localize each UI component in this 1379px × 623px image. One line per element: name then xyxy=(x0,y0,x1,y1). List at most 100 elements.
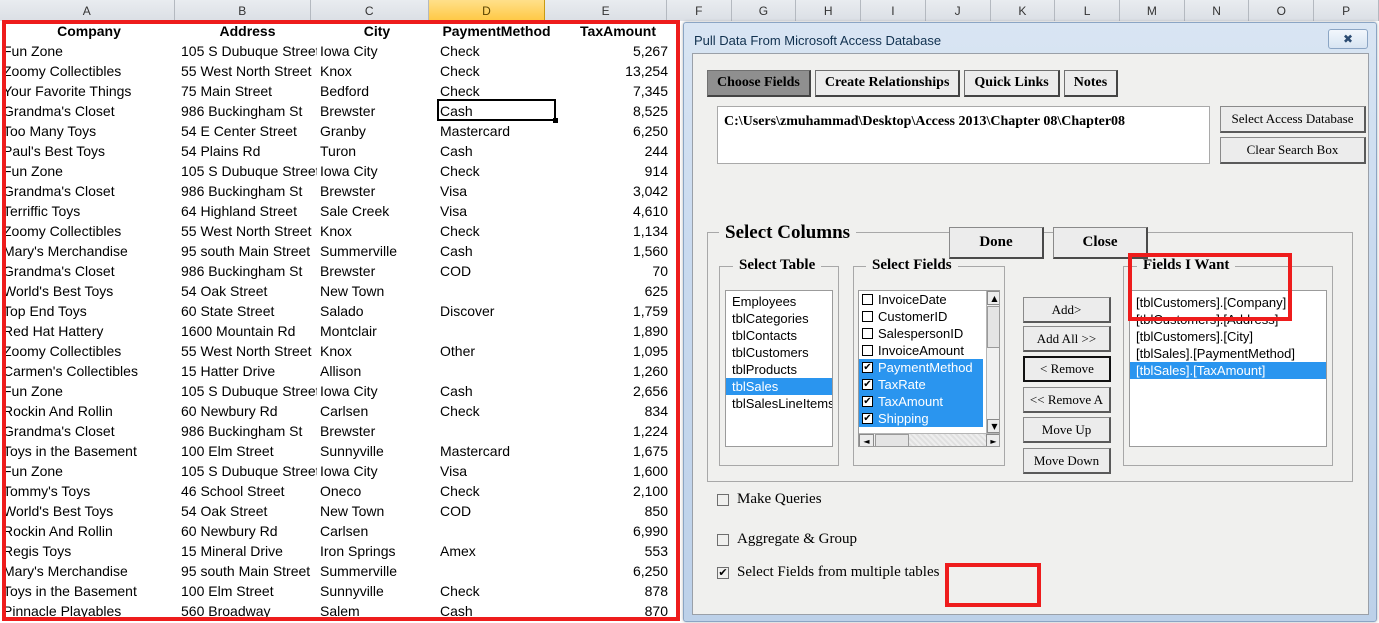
grid-cell[interactable]: 553 xyxy=(556,541,680,561)
button-move-down[interactable]: Move Down xyxy=(1023,448,1111,474)
grid-cell[interactable]: Iron Springs xyxy=(317,541,437,561)
table-row[interactable]: Rockin And Rollin 60 Newbury Rd Carlsen Che… xyxy=(0,401,682,421)
button-add[interactable]: Add> xyxy=(1023,297,1111,323)
scroll-thumb[interactable] xyxy=(987,306,999,348)
grid-cell[interactable]: Top End Toys xyxy=(0,301,178,321)
grid-cell[interactable]: 6,990 xyxy=(556,521,680,541)
field-checkbox[interactable] xyxy=(862,328,873,339)
field-list-item[interactable]: InvoiceDate xyxy=(859,291,999,308)
grid-cell[interactable]: Zoomy Collectibles xyxy=(0,61,178,81)
grid-cell[interactable]: Knox xyxy=(317,341,437,361)
grid-cell[interactable] xyxy=(437,561,556,581)
grid-cell[interactable]: Carmen's Collectibles xyxy=(0,361,178,381)
table-row[interactable]: Toys in the Basement 100 Elm Street Sunnyv… xyxy=(0,581,682,601)
grid-cell[interactable]: Amex xyxy=(437,541,556,561)
grid-cell[interactable]: Cash xyxy=(437,141,556,161)
grid-cell[interactable]: Visa xyxy=(437,201,556,221)
grid-cell[interactable]: Check xyxy=(437,81,556,101)
grid-cell[interactable]: Montclair xyxy=(317,321,437,341)
grid-cell[interactable]: Mary's Merchandise xyxy=(0,561,178,581)
grid-cell[interactable]: 1,095 xyxy=(556,341,680,361)
grid-cell[interactable]: 105 S Dubuque Street xyxy=(178,461,317,481)
grid-cell[interactable]: Bedford xyxy=(317,81,437,101)
grid-cell[interactable]: 95 south Main Street xyxy=(178,561,317,581)
checkbox-make-queries[interactable]: Make Queries xyxy=(717,491,822,508)
table-row[interactable]: Red Hat Hattery 1600 Mountain Rd Montclair… xyxy=(0,321,682,341)
grid-cell[interactable]: 914 xyxy=(556,161,680,181)
close-icon[interactable]: ✖ xyxy=(1328,29,1368,49)
table-row[interactable]: Fun Zone 105 S Dubuque Street Iowa City Cas… xyxy=(0,381,682,401)
table-row[interactable]: Mary's Merchandise 95 south Main Street Su… xyxy=(0,561,682,581)
column-header-f[interactable]: F xyxy=(666,0,732,21)
column-title[interactable]: PaymentMethod xyxy=(437,21,556,41)
grid-cell[interactable]: 105 S Dubuque Street xyxy=(178,41,317,61)
grid-cell[interactable]: Rockin And Rollin xyxy=(0,401,178,421)
grid-cell[interactable]: Check xyxy=(437,161,556,181)
grid-cell[interactable]: 55 West North Street xyxy=(178,61,317,81)
grid-cell[interactable]: 60 State Street xyxy=(178,301,317,321)
grid-cell[interactable] xyxy=(437,421,556,441)
grid-cell[interactable]: New Town xyxy=(317,281,437,301)
grid-cell[interactable]: Zoomy Collectibles xyxy=(0,221,178,241)
table-list-item[interactable]: tblSales xyxy=(726,378,832,395)
grid-cell[interactable]: 54 Plains Rd xyxy=(178,141,317,161)
grid-cell[interactable]: Granby xyxy=(317,121,437,141)
scroll-up-icon[interactable]: ▲ xyxy=(987,291,999,305)
grid-cell[interactable]: Brewster xyxy=(317,421,437,441)
grid-cell[interactable]: 54 E Center Street xyxy=(178,121,317,141)
table-row[interactable]: World's Best Toys 54 Oak Street New Town 62… xyxy=(0,281,682,301)
table-list-item[interactable]: tblCategories xyxy=(726,310,832,327)
selected-field-item[interactable]: [tblSales].[TaxAmount] xyxy=(1130,362,1326,379)
table-list-item[interactable]: Employees xyxy=(726,293,832,310)
table-row[interactable]: Mary's Merchandise 95 south Main Street Su… xyxy=(0,241,682,261)
grid-cell[interactable]: 1,560 xyxy=(556,241,680,261)
grid-cell[interactable]: Paul's Best Toys xyxy=(0,141,178,161)
column-header-m[interactable]: M xyxy=(1120,0,1185,21)
column-header-j[interactable]: J xyxy=(925,0,991,21)
field-checkbox[interactable] xyxy=(862,311,873,322)
tab-quick-links[interactable]: Quick Links xyxy=(964,70,1060,97)
grid-cell[interactable]: 1,134 xyxy=(556,221,680,241)
table-row[interactable]: Grandma's Closet 986 Buckingham St Brewste… xyxy=(0,181,682,201)
field-list-item[interactable]: InvoiceAmount xyxy=(859,342,999,359)
grid-cell[interactable]: Iowa City xyxy=(317,381,437,401)
grid-cell[interactable]: 100 Elm Street xyxy=(178,581,317,601)
grid-cell[interactable]: 5,267 xyxy=(556,41,680,61)
grid-cell[interactable]: Salem xyxy=(317,601,437,621)
checkbox-box[interactable] xyxy=(717,493,729,506)
select-access-database-button[interactable]: Select Access Database xyxy=(1220,106,1366,133)
table-row[interactable]: Terriffic Toys 64 Highland Street Sale Cre… xyxy=(0,201,682,221)
grid-cell[interactable]: Grandma's Closet xyxy=(0,181,178,201)
grid-cell[interactable]: Iowa City xyxy=(317,461,437,481)
grid-cell[interactable]: 2,100 xyxy=(556,481,680,501)
grid-cell[interactable]: 105 S Dubuque Street xyxy=(178,381,317,401)
grid-cell[interactable]: Regis Toys xyxy=(0,541,178,561)
field-list-item[interactable]: CustomerID xyxy=(859,308,999,325)
fields-i-want-listbox[interactable]: [tblCustomers].[Company] [tblCustomers].[… xyxy=(1129,290,1327,447)
grid-cell[interactable]: 986 Buckingham St xyxy=(178,421,317,441)
grid-cell[interactable]: Knox xyxy=(317,61,437,81)
grid-cell[interactable]: Carlsen xyxy=(317,401,437,421)
grid-cell[interactable]: Your Favorite Things xyxy=(0,81,178,101)
grid-cell[interactable]: Mastercard xyxy=(437,121,556,141)
fields-horizontal-scrollbar[interactable]: ◄ ► xyxy=(859,433,999,446)
table-list-item[interactable]: tblSalesLineItems xyxy=(726,395,832,412)
table-row[interactable]: Regis Toys 15 Mineral Drive Iron Springs Am… xyxy=(0,541,682,561)
tab-choose-fields[interactable]: Choose Fields xyxy=(707,70,811,97)
column-title[interactable]: Company xyxy=(0,21,178,41)
grid-cell[interactable]: Check xyxy=(437,221,556,241)
grid-cell[interactable]: 625 xyxy=(556,281,680,301)
column-header-e[interactable]: E xyxy=(545,0,667,21)
grid-cell[interactable]: Visa xyxy=(437,181,556,201)
table-row[interactable]: Fun Zone 105 S Dubuque Street Iowa City Che… xyxy=(0,161,682,181)
selected-field-item[interactable]: [tblCustomers].[Company] xyxy=(1130,294,1326,311)
grid-cell[interactable]: 4,610 xyxy=(556,201,680,221)
column-title[interactable]: Address xyxy=(178,21,317,41)
grid-cell[interactable]: 64 Highland Street xyxy=(178,201,317,221)
grid-cell[interactable]: 100 Elm Street xyxy=(178,441,317,461)
table-list-item[interactable]: tblProducts xyxy=(726,361,832,378)
grid-cell[interactable]: Check xyxy=(437,581,556,601)
grid-cell[interactable] xyxy=(437,321,556,341)
table-row[interactable]: Pinnacle Playables 560 Broadway Salem Cash 8… xyxy=(0,601,682,621)
grid-cell[interactable]: 834 xyxy=(556,401,680,421)
